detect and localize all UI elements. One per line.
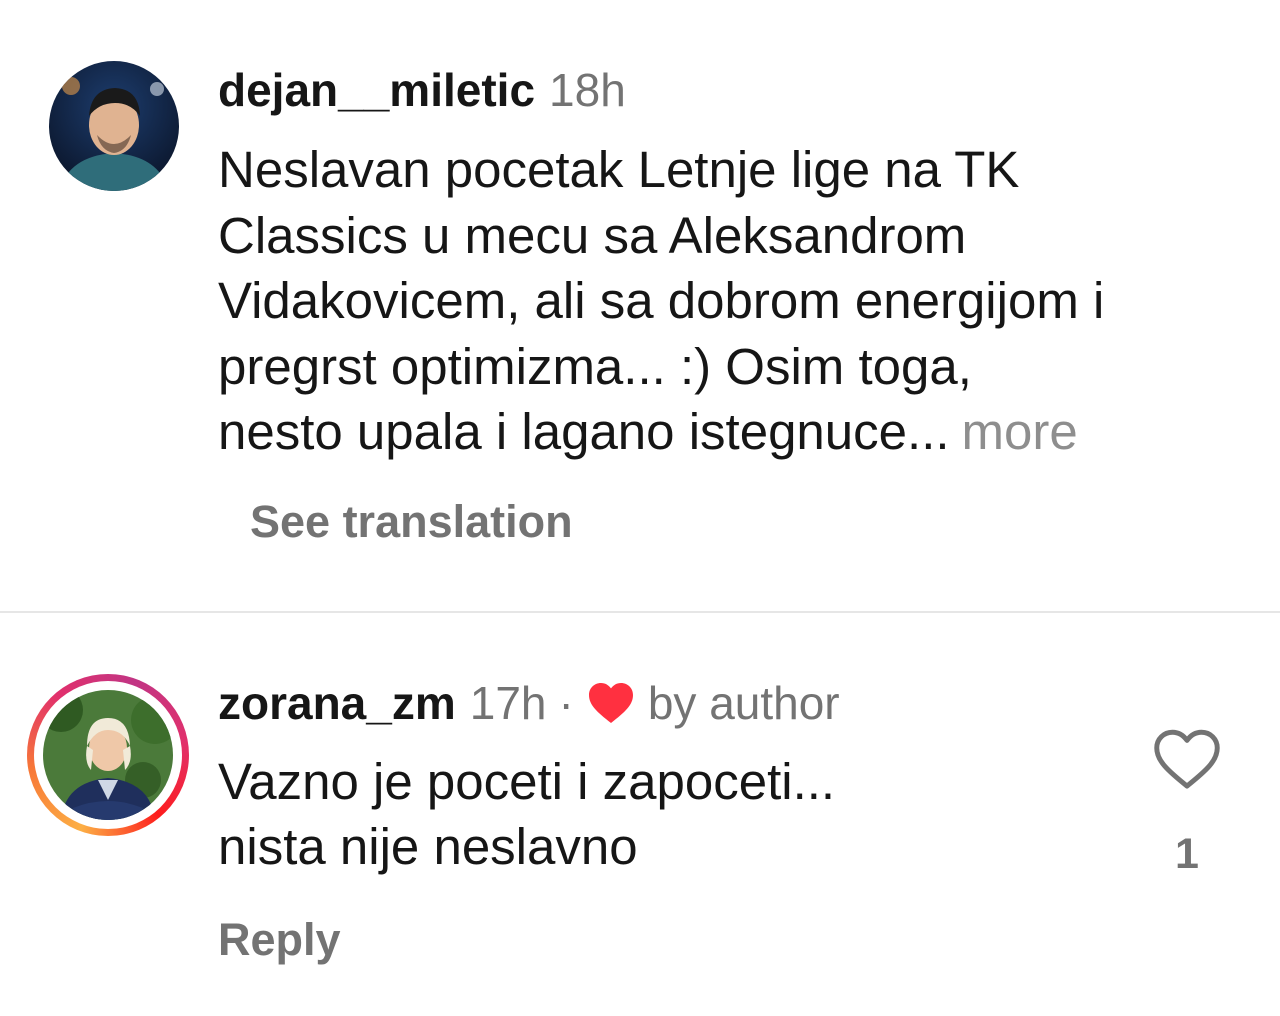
caption-author-avatar[interactable] xyxy=(49,61,179,191)
comment-username[interactable]: zorana_zm xyxy=(218,675,456,731)
caption-line-last: nesto upala i lagano istegnuce... more xyxy=(218,399,1258,465)
comment-line: Vazno je poceti i zapoceti... xyxy=(218,753,836,810)
caption-text: Neslavan pocetak Letnje lige na TK Class… xyxy=(218,137,1258,465)
red-heart-icon xyxy=(588,683,633,723)
like-count[interactable]: 1 xyxy=(1160,828,1214,880)
comments-view: dejan__miletic 18h Neslavan pocetak Letnj… xyxy=(0,0,1280,1016)
commenter-avatar-story-ring[interactable] xyxy=(27,674,189,836)
caption-timestamp: 18h xyxy=(549,64,626,116)
comment-text: Vazno je poceti i zapoceti... nista nije… xyxy=(218,749,835,879)
separator-dot: · xyxy=(558,677,574,729)
more-link[interactable]: more xyxy=(962,403,1078,460)
liked-by-author-label: by author xyxy=(647,677,840,729)
comment-timestamp: 17h xyxy=(469,677,547,729)
comment-line: nista nije neslavno xyxy=(218,818,638,875)
caption-line: Classics u mecu sa Aleksandrom xyxy=(218,206,967,264)
reply-button[interactable]: Reply xyxy=(218,912,341,968)
avatar-photo-icon xyxy=(43,690,173,820)
caption-header: dejan__miletic 18h xyxy=(218,62,626,118)
caption-username[interactable]: dejan__miletic xyxy=(218,64,535,116)
see-translation-link[interactable]: See translation xyxy=(250,494,573,550)
comment-header: zorana_zm 17h · by author xyxy=(218,675,840,731)
heart-outline-icon xyxy=(1154,729,1220,789)
section-divider xyxy=(0,611,1280,613)
caption-line: Neslavan pocetak Letnje lige na TK xyxy=(218,141,1020,198)
avatar-photo-icon xyxy=(49,61,179,191)
caption-line: pregrst optimizma... :) Osim toga, xyxy=(218,337,972,395)
post-caption: dejan__miletic 18h Neslavan pocetak Letnj… xyxy=(0,0,1280,611)
caption-line: Vidakovicem, ali sa dobrom energijom i xyxy=(218,272,1105,329)
like-comment-button[interactable] xyxy=(1152,727,1222,791)
commenter-avatar xyxy=(43,690,173,820)
caption-line-text: nesto upala i lagano istegnuce... xyxy=(218,403,950,460)
